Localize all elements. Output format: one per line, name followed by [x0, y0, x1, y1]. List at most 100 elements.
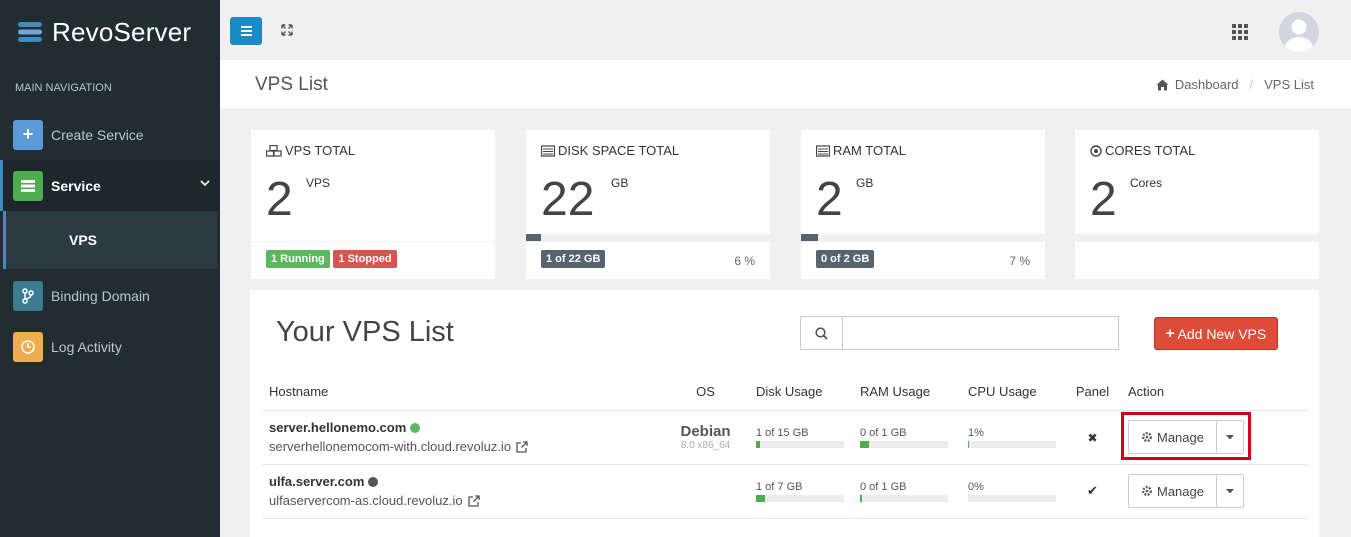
ram-usage-text: 0 of 1 GB	[860, 480, 907, 493]
stat-vps-total: VPS TOTAL 2 VPS 1 Running 1 Stopped	[251, 130, 495, 279]
hostname[interactable]: server.hellonemo.com	[269, 420, 406, 435]
clock-icon	[13, 331, 43, 362]
stat-unit: VPS	[306, 176, 331, 190]
panel-disabled-icon: ✖	[1087, 430, 1098, 445]
manage-button[interactable]: Manage	[1129, 475, 1217, 507]
status-dot	[368, 476, 379, 487]
stat-label: DISK SPACE TOTAL	[558, 143, 680, 158]
stat-unit: GB	[611, 176, 629, 190]
stat-value: 2	[1090, 173, 1117, 226]
col-hostname: Hostname	[262, 374, 662, 411]
hostname[interactable]: ulfa.server.com	[269, 474, 364, 489]
memory-icon	[816, 144, 830, 157]
search-box	[800, 316, 1119, 350]
server-icon	[13, 170, 43, 201]
menu-toggle-button[interactable]	[230, 17, 262, 45]
stat-unit: Cores	[1130, 176, 1163, 190]
hdd-icon	[541, 144, 555, 157]
brand[interactable]: RevoServer	[0, 0, 220, 64]
stat-label: VPS TOTAL	[285, 143, 356, 158]
search-input[interactable]	[843, 317, 1118, 349]
external-link-icon[interactable]	[467, 494, 480, 507]
ram-usage-bar	[860, 440, 948, 448]
vps-list-title: Your VPS List	[276, 316, 454, 348]
add-new-vps-button[interactable]: + Add New VPS	[1154, 317, 1278, 350]
breadcrumb-home[interactable]: Dashboard	[1175, 77, 1239, 92]
disk-usage-text: 1 of 15 GB	[756, 426, 809, 439]
cubes-icon	[266, 144, 282, 157]
sidebar-item-label: Log Activity	[51, 338, 122, 355]
stat-cores-total: CORES TOTAL 2 Cores	[1075, 130, 1319, 279]
sidebar-item-service[interactable]: Service	[0, 160, 220, 211]
disk-usage-bar	[756, 494, 844, 502]
stat-label: CORES TOTAL	[1105, 143, 1196, 158]
user-icon	[1285, 19, 1313, 52]
brand-logo-icon	[18, 22, 42, 42]
disk-usage-badge: 1 of 22 GB	[541, 250, 606, 268]
col-cpu: CPU Usage	[961, 374, 1064, 411]
sidebar-item-label: Service	[51, 177, 101, 194]
cpu-usage-bar	[968, 440, 1056, 448]
search-icon	[815, 326, 828, 340]
progress-fill	[526, 234, 541, 241]
stat-value: 2	[816, 173, 843, 226]
branch-icon	[13, 280, 43, 311]
stat-disk-total: DISK SPACE TOTAL 22 GB 1 of 22 GB 6 %	[526, 130, 770, 279]
sidebar-item-label: Create Service	[51, 126, 144, 143]
col-disk: Disk Usage	[749, 374, 853, 411]
plus-icon: +	[1165, 325, 1175, 342]
plus-icon: +	[13, 119, 43, 150]
highlight-annotation-box	[1121, 412, 1251, 460]
breadcrumb-separator: /	[1249, 77, 1254, 92]
disk-percent: 6 %	[734, 254, 755, 268]
sidebar-item-log-activity[interactable]: Log Activity	[0, 321, 220, 372]
chevron-down-icon	[200, 180, 210, 187]
panel-enabled-icon: ✔	[1087, 483, 1098, 498]
disk-progress-bar	[526, 234, 770, 241]
ram-usage-bar	[860, 494, 948, 502]
ram-usage-badge: 0 of 2 GB	[816, 250, 875, 268]
os-name: Debian	[680, 423, 731, 440]
stat-value: 2	[266, 173, 293, 226]
expand-icon[interactable]	[281, 24, 293, 36]
home-icon	[1156, 79, 1169, 90]
ram-progress-bar	[801, 234, 1045, 241]
circle-dot-icon	[1090, 144, 1102, 157]
caret-down-icon	[1225, 488, 1234, 493]
page-title: VPS List	[255, 74, 328, 95]
stat-value: 22	[541, 173, 595, 226]
sidebar: RevoServer MAIN NAVIGATION + Create Serv…	[0, 0, 220, 537]
col-panel: Panel	[1064, 374, 1121, 411]
gear-icon	[1142, 486, 1152, 496]
table-row: ulfa.server.com ulfaservercom-as.cloud.r…	[262, 464, 1308, 519]
breadcrumb-current: VPS List	[1264, 77, 1314, 92]
cpu-usage-bar	[968, 494, 1056, 502]
sidebar-item-label: Binding Domain	[51, 287, 150, 304]
host-link[interactable]: serverhellonemocom-with.cloud.revoluz.io	[269, 439, 511, 454]
menu-icon	[240, 26, 252, 28]
host-link[interactable]: ulfaservercom-as.cloud.revoluz.io	[269, 493, 463, 508]
apps-grid-icon[interactable]	[1232, 24, 1248, 40]
sidebar-item-binding-domain[interactable]: Binding Domain	[0, 270, 220, 321]
col-os: OS	[662, 374, 749, 411]
breadcrumb: Dashboard / VPS List	[1156, 77, 1314, 92]
table-header-row: Hostname OS Disk Usage RAM Usage CPU Usa…	[262, 374, 1308, 411]
sidebar-subitem-vps[interactable]: VPS	[3, 211, 217, 269]
cpu-usage-text: 0%	[968, 480, 984, 493]
manage-button-group: Manage	[1128, 474, 1244, 508]
col-ram: RAM Usage	[853, 374, 961, 411]
avatar[interactable]	[1279, 12, 1319, 52]
manage-dropdown-toggle[interactable]	[1216, 475, 1243, 507]
running-badge: 1 Running	[266, 250, 330, 268]
content-header: VPS List Dashboard / VPS List	[220, 60, 1351, 110]
status-dot	[410, 422, 421, 433]
col-action: Action	[1121, 374, 1308, 411]
stat-ram-total: RAM TOTAL 2 GB 0 of 2 GB 7 %	[801, 130, 1045, 279]
ram-usage-text: 0 of 1 GB	[860, 426, 907, 439]
stopped-badge: 1 Stopped	[333, 250, 397, 268]
cpu-usage-text: 1%	[968, 426, 984, 439]
sidebar-item-create-service[interactable]: + Create Service	[0, 109, 220, 160]
os-version: 8.0 x86_64	[680, 440, 731, 451]
external-link-icon[interactable]	[516, 440, 528, 453]
brand-name: RevoServer	[52, 16, 192, 47]
